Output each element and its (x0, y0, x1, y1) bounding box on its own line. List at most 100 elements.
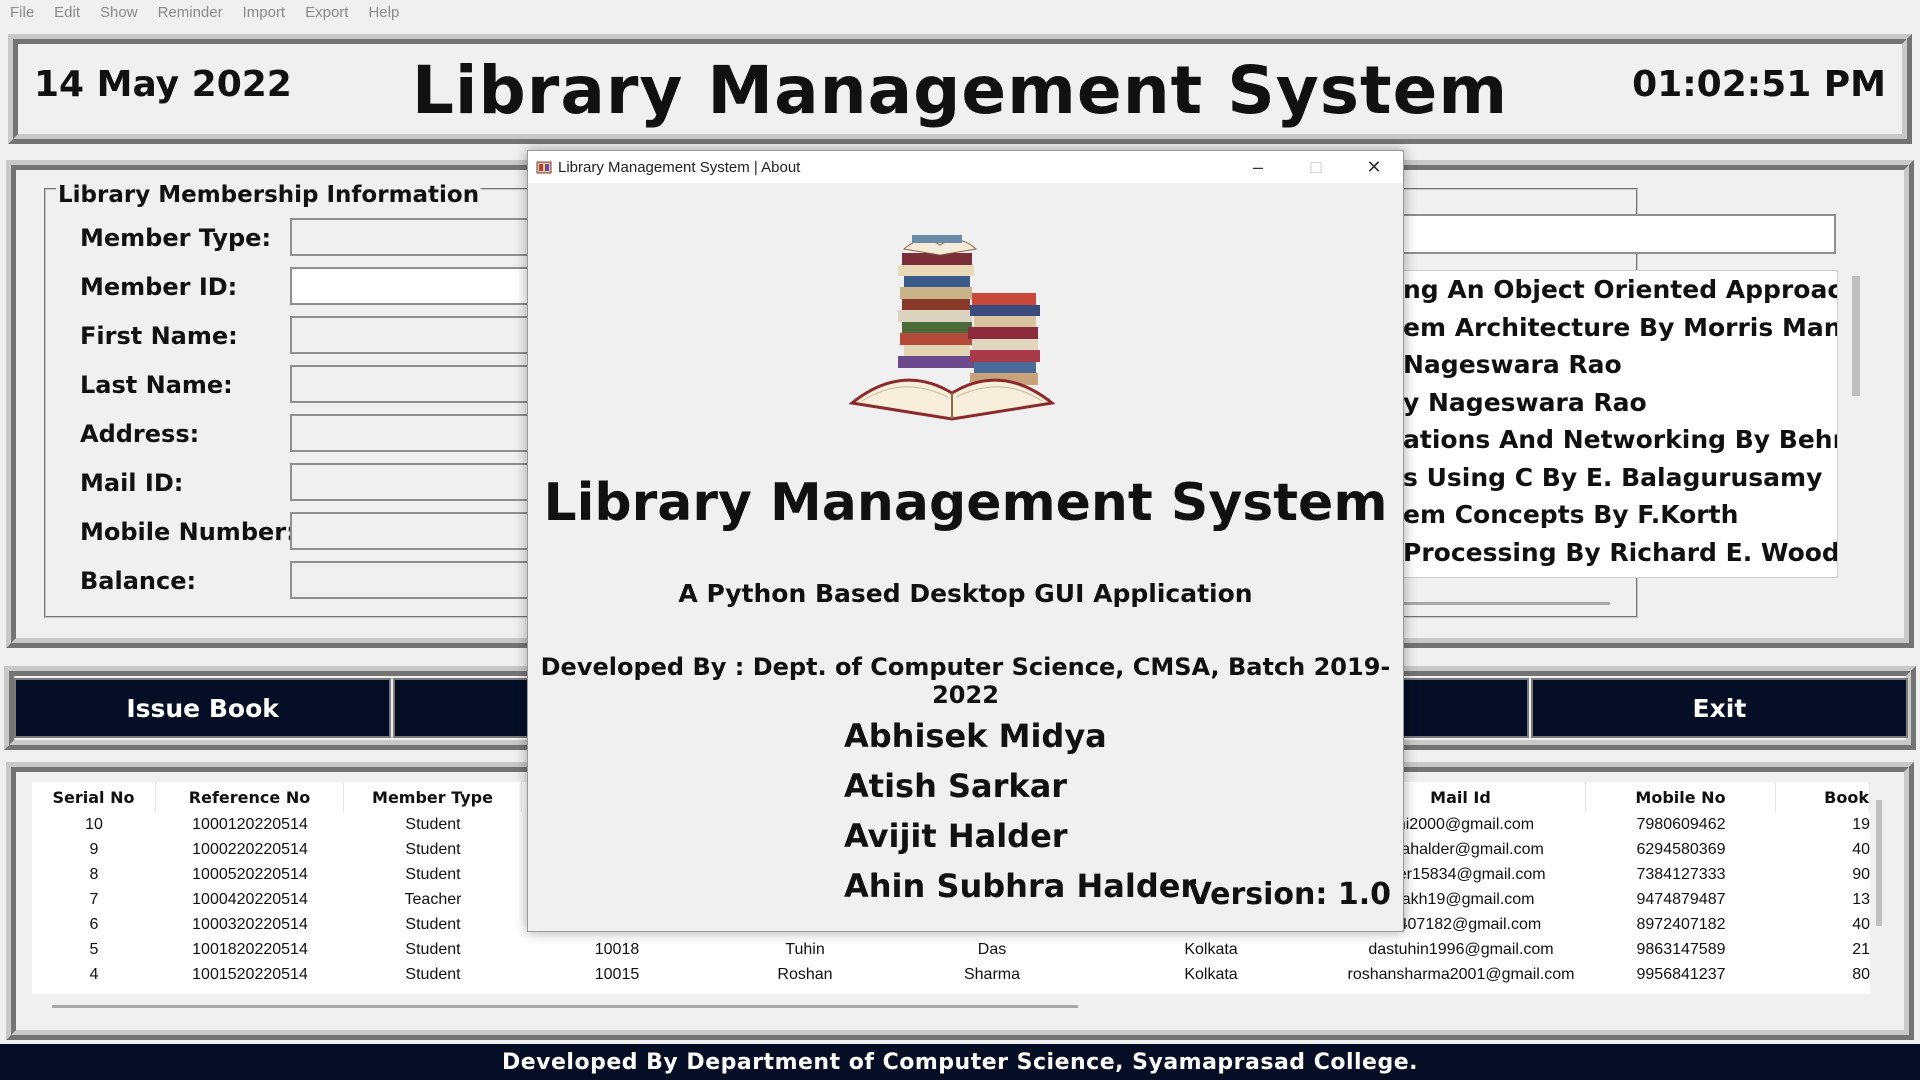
table-cell[interactable]: 10 (32, 812, 156, 837)
menu-edit[interactable]: Edit (44, 4, 90, 21)
reference-column: Reference No 1000120220514 1000220220514… (156, 782, 344, 994)
table-cell[interactable]: 80 (1776, 962, 1870, 987)
list-item[interactable]: em Concepts By F.Korth (1401, 496, 1837, 534)
reference-header[interactable]: Reference No (156, 782, 344, 812)
table-cell[interactable]: Das (898, 937, 1086, 962)
table-cell[interactable]: Roshan (712, 962, 898, 987)
table-cell[interactable]: Kolkata (1086, 962, 1336, 987)
table-cell[interactable]: dastuhin1996@gmail.com (1336, 937, 1586, 962)
table-cell[interactable]: 19 (1776, 812, 1870, 837)
table-cell[interactable]: Teacher (344, 887, 522, 912)
table-cell[interactable]: 8 (32, 862, 156, 887)
list-item[interactable]: Processing By Richard E. Woods (1401, 534, 1837, 572)
table-cell[interactable]: 6294580369 (1586, 837, 1776, 862)
dialog-window-title: Library Management System | About (558, 158, 801, 176)
last-name-label: Last Name: (80, 371, 233, 399)
dialog-titlebar[interactable]: Library Management System | About – □ ✕ (528, 151, 1403, 183)
table-cell[interactable]: Student (344, 812, 522, 837)
member-type-header[interactable]: Member Type (344, 782, 522, 812)
dialog-title: Library Management System (543, 473, 1388, 533)
table-cell[interactable]: 21 (1776, 937, 1870, 962)
table-cell[interactable]: 7980609462 (1586, 812, 1776, 837)
table-cell[interactable]: 10015 (522, 962, 712, 987)
first-name-label: First Name: (80, 322, 238, 350)
list-item[interactable]: em Architecture By Morris Mano (1401, 309, 1837, 347)
table-cell[interactable]: Kolkata (1086, 937, 1336, 962)
table-cell[interactable]: 7384127333 (1586, 862, 1776, 887)
table-cell[interactable]: 1001820220514 (156, 937, 344, 962)
table-cell[interactable]: 8972407182 (1586, 912, 1776, 937)
balance-field[interactable] (290, 561, 540, 599)
menu-import[interactable]: Import (233, 4, 296, 21)
table-cell[interactable]: 1000320220514 (156, 912, 344, 937)
table-cell[interactable]: Student (344, 912, 522, 937)
table-cell[interactable]: roshansharma2001@gmail.com (1336, 962, 1586, 987)
menu-export[interactable]: Export (295, 4, 358, 21)
version-label: Version: 1.0 (1188, 877, 1391, 912)
address-field[interactable] (290, 414, 540, 452)
minimize-icon[interactable]: – (1229, 157, 1287, 178)
mobile-header[interactable]: Mobile No (1586, 782, 1776, 812)
first-name-field[interactable] (290, 316, 540, 354)
list-item[interactable]: ng An Object Oriented Approach B (1401, 271, 1837, 309)
dialog-developed-by: Developed By : Dept. of Computer Science… (540, 653, 1391, 709)
table-cell[interactable]: 5 (32, 937, 156, 962)
listbox-horizontal-scrollbar[interactable] (1400, 602, 1610, 605)
book-header[interactable]: Book (1776, 782, 1870, 812)
issue-book-button[interactable]: Issue Book (14, 678, 392, 738)
menu-show[interactable]: Show (90, 4, 148, 21)
member-type-column: Member Type Student Student Student Teac… (344, 782, 522, 994)
table-cell[interactable]: 1001520220514 (156, 962, 344, 987)
serial-column: Serial No 10 9 8 7 6 5 4 (32, 782, 156, 994)
table-cell[interactable]: 9956841237 (1586, 962, 1776, 987)
list-item[interactable]: ations And Networking By Behrouz (1401, 421, 1837, 459)
serial-header[interactable]: Serial No (32, 782, 156, 812)
mail-id-field[interactable] (290, 463, 540, 501)
table-cell[interactable]: Student (344, 837, 522, 862)
table-cell[interactable]: 9474879487 (1586, 887, 1776, 912)
member-type-field[interactable] (290, 218, 540, 256)
table-cell[interactable]: 7 (32, 887, 156, 912)
table-cell[interactable]: 6 (32, 912, 156, 937)
table-cell[interactable]: 40 (1776, 912, 1870, 937)
table-cell[interactable]: Sharma (898, 962, 1086, 987)
list-item[interactable]: Nageswara Rao (1401, 346, 1837, 384)
close-icon[interactable]: ✕ (1345, 157, 1403, 178)
table-cell[interactable]: 9863147589 (1586, 937, 1776, 962)
book-listbox[interactable]: ng An Object Oriented Approach B em Arch… (1400, 270, 1838, 578)
last-name-field[interactable] (290, 365, 540, 403)
menu-reminder[interactable]: Reminder (148, 4, 233, 21)
table-cell[interactable]: Student (344, 962, 522, 987)
table-horizontal-scrollbar[interactable] (52, 1005, 1078, 1008)
table-cell[interactable]: 4 (32, 962, 156, 987)
list-item[interactable]: y Nageswara Rao (1401, 384, 1837, 422)
table-cell[interactable]: 13 (1776, 887, 1870, 912)
table-cell[interactable]: 1000420220514 (156, 887, 344, 912)
book-column: Book 19 40 90 13 40 21 80 (1776, 782, 1870, 994)
table-cell[interactable]: 40 (1776, 837, 1870, 862)
table-vertical-scrollbar[interactable] (1876, 800, 1882, 926)
table-cell[interactable]: Tuhin (712, 937, 898, 962)
member-id-field[interactable] (290, 267, 540, 305)
developer-name: Avijit Halder (844, 817, 1068, 855)
table-cell[interactable]: 10018 (522, 937, 712, 962)
book-detail-field[interactable] (1400, 214, 1836, 254)
table-cell[interactable]: 9 (32, 837, 156, 862)
maximize-icon[interactable]: □ (1287, 157, 1345, 178)
table-cell[interactable]: 1000120220514 (156, 812, 344, 837)
footer: Developed By Department of Computer Scie… (0, 1044, 1920, 1080)
table-cell[interactable]: Student (344, 937, 522, 962)
member-id-label: Member ID: (80, 273, 238, 301)
table-cell[interactable]: 1000220220514 (156, 837, 344, 862)
table-cell[interactable]: 1000520220514 (156, 862, 344, 887)
listbox-vertical-scrollbar[interactable] (1852, 276, 1860, 396)
mobile-number-field[interactable] (290, 512, 540, 550)
list-item[interactable]: s Using C By E. Balagurusamy (1401, 459, 1837, 497)
table-cell[interactable]: 90 (1776, 862, 1870, 887)
membership-legend: Library Membership Information (56, 182, 482, 208)
menu-file[interactable]: File (0, 4, 44, 21)
menu-help[interactable]: Help (358, 4, 409, 21)
developer-name: Ahin Subhra Halder (844, 867, 1197, 905)
table-cell[interactable]: Student (344, 862, 522, 887)
exit-button[interactable]: Exit (1530, 678, 1909, 738)
